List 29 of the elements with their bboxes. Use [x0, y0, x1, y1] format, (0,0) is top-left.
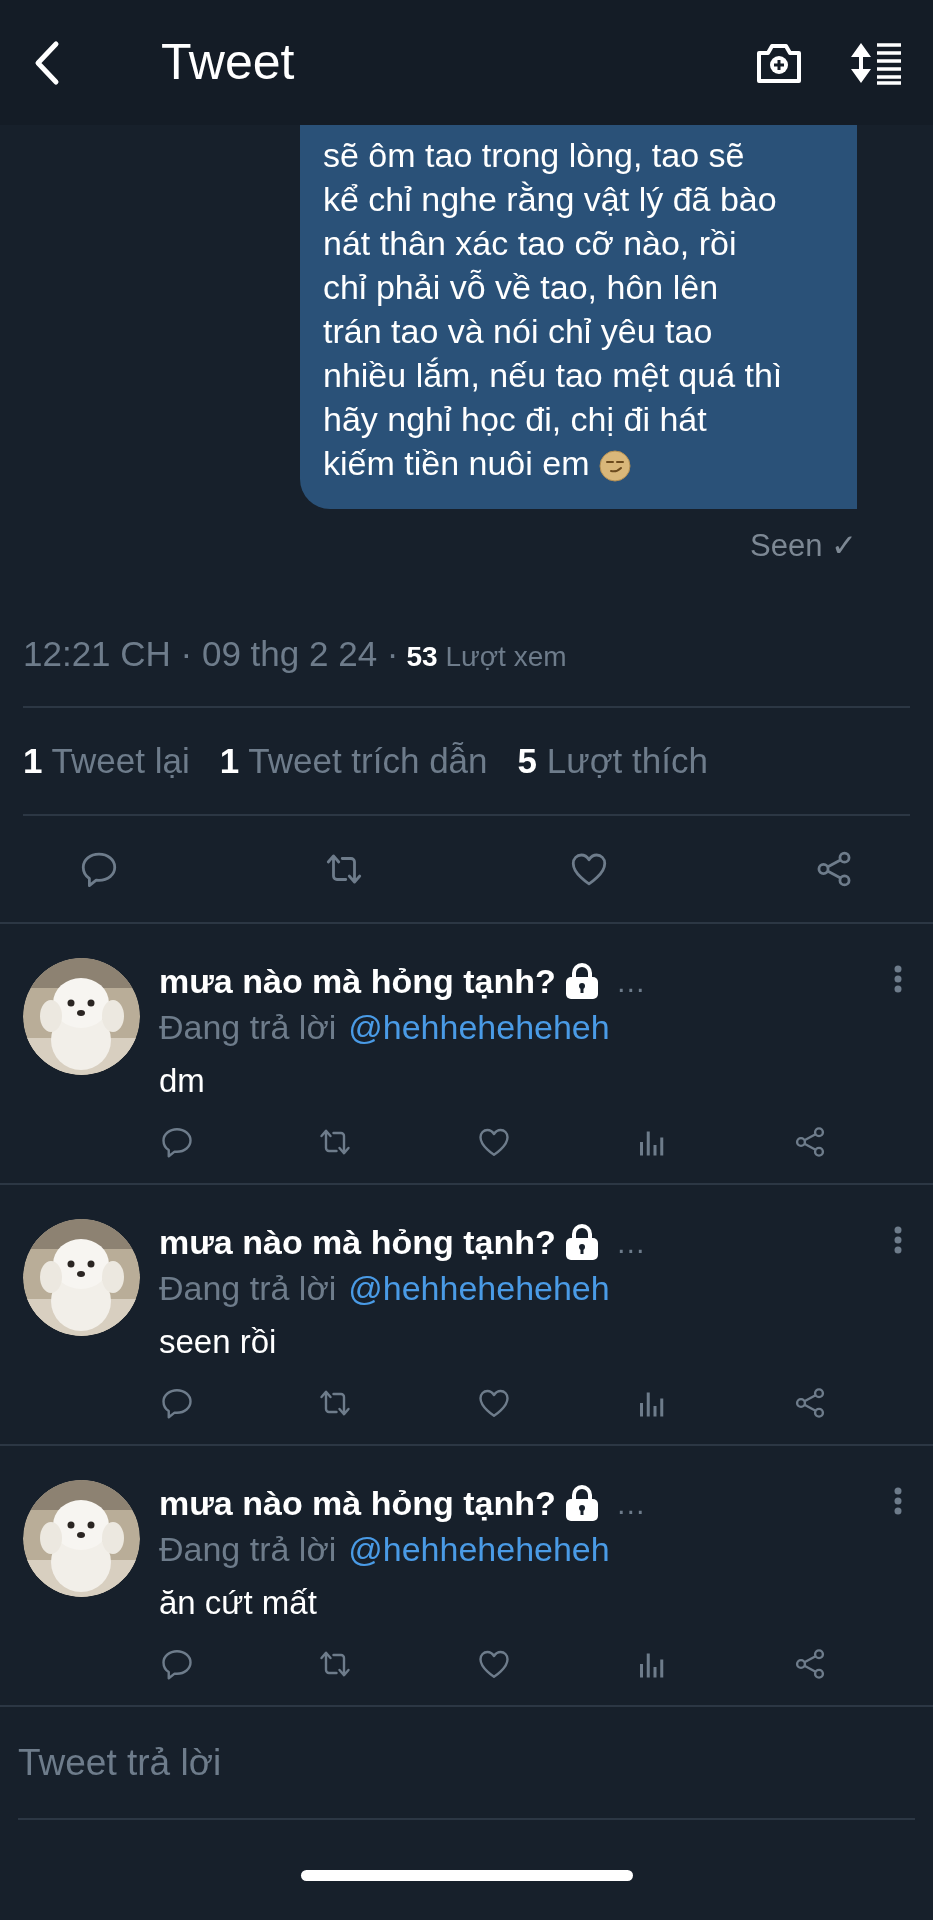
- reply-text: seen rồi: [159, 1322, 278, 1362]
- view-count: 53 Lượt xem: [406, 639, 567, 674]
- more-vertical-icon[interactable]: [893, 964, 903, 994]
- more-vertical-icon[interactable]: [893, 1486, 903, 1516]
- replying-to-label: Đang trả lời: [159, 1267, 337, 1309]
- stat-link[interactable]: 1 Tweet lại: [23, 734, 190, 788]
- handle-link[interactable]: @hehheheheheh: [348, 1523, 610, 1575]
- reply-input-field[interactable]: Tweet trả lời: [18, 1735, 915, 1791]
- display-name: mưa nào mà hỏng tạnh?: [159, 1482, 556, 1524]
- replying-to-label: Đang trả lời: [159, 1006, 337, 1048]
- handle-link[interactable]: @hehheheheheh: [348, 1262, 610, 1314]
- smirk-face-icon: [599, 450, 632, 482]
- sort-list-icon[interactable]: [849, 40, 903, 85]
- display-name: mưa nào mà hỏng tạnh?: [159, 1221, 556, 1263]
- more-vertical-icon[interactable]: [893, 1225, 903, 1255]
- reply-text: ăn cứt mất: [159, 1583, 318, 1623]
- truncation-ellipsis: …: [615, 1485, 646, 1522]
- truncation-ellipsis: …: [615, 963, 646, 1000]
- stat-link[interactable]: 1 Tweet trích dẫn: [219, 734, 488, 788]
- window-title: Tweet: [161, 33, 295, 92]
- handle-link[interactable]: @hehheheheheh: [348, 1001, 610, 1053]
- seen-status: Seen ✓: [750, 527, 857, 565]
- timestamp: 12:21 CH · 09 thg 2 24 ·: [23, 632, 399, 675]
- reply-text: dm: [159, 1061, 206, 1101]
- display-name: mưa nào mà hỏng tạnh?: [159, 960, 556, 1002]
- message-text: sẽ ôm tao trong lòng, tao sẽ kể chỉ nghe rằng vật lý đã bào nát thân xác tao cỡ nào, rồi chỉ phải vỗ về tao, hôn lên trán tao và nói chỉ yêu tao nhiều lắm, nếu tao mệt quá thì hãy nghỉ học đi, chị đi hát kiếm tiền nuôi em: [323, 135, 784, 484]
- stat-link[interactable]: 5 Lượt thích: [517, 734, 708, 788]
- truncation-ellipsis: …: [615, 1224, 646, 1261]
- replying-to-label: Đang trả lời: [159, 1528, 337, 1570]
